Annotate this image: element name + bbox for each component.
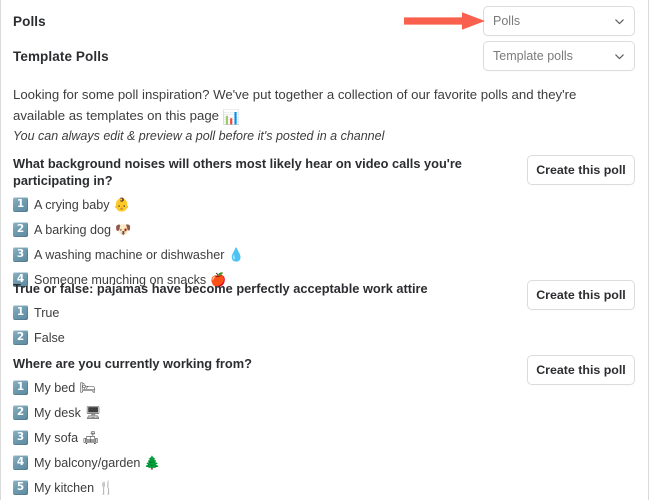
dog-face-emoji: 🐶 bbox=[115, 221, 132, 237]
poll-option-label: My sofa bbox=[34, 430, 79, 445]
baby-emoji: 👶 bbox=[113, 196, 130, 212]
polls-dropdown[interactable]: Polls bbox=[483, 6, 635, 36]
intro-note: You can always edit & preview a poll bef… bbox=[13, 129, 385, 143]
keycap-number-icon: 1 bbox=[13, 305, 28, 320]
poll-option: 5 My kitchen 🍴 bbox=[13, 475, 635, 500]
poll-option: 1 A crying baby 👶 bbox=[13, 192, 635, 217]
poll-option-label: A washing machine or dishwasher bbox=[34, 247, 225, 262]
template-polls-dropdown-value: Template polls bbox=[493, 49, 573, 63]
create-this-poll-button[interactable]: Create this poll bbox=[527, 280, 635, 310]
polls-dropdown-value: Polls bbox=[493, 14, 521, 28]
evergreen-tree-emoji: 🌲 bbox=[144, 454, 161, 470]
keycap-number-icon: 1 bbox=[13, 197, 28, 212]
desktop-computer-emoji: 🖥 bbox=[84, 404, 102, 420]
poll-option-label: My desk bbox=[34, 405, 81, 420]
poll-option-label: False bbox=[34, 330, 65, 345]
droplet-emoji: 💧 bbox=[228, 246, 245, 262]
keycap-number-icon: 2 bbox=[13, 330, 28, 345]
keycap-number-icon: 4 bbox=[13, 455, 28, 470]
poll-option: 2 My desk 🖥 bbox=[13, 400, 635, 425]
template-polls-header-row: Template Polls Template polls bbox=[13, 41, 635, 71]
chevron-down-icon bbox=[614, 51, 625, 62]
polls-section-label: Polls bbox=[13, 13, 46, 29]
intro-paragraph: Looking for some poll inspiration? We've… bbox=[13, 84, 613, 128]
poll-template-2: True or false: pajamas have become perfe… bbox=[13, 280, 635, 350]
poll-option: 2 False bbox=[13, 325, 635, 350]
template-polls-dropdown[interactable]: Template polls bbox=[483, 41, 635, 71]
page-frame: Polls Polls Template Polls Template poll… bbox=[0, 0, 649, 500]
poll-option-label: True bbox=[34, 305, 60, 320]
template-polls-section-label: Template Polls bbox=[13, 48, 109, 64]
bed-emoji: 🛏 bbox=[79, 379, 96, 395]
chevron-down-icon bbox=[614, 16, 625, 27]
poll-option-label: My balcony/garden bbox=[34, 455, 141, 470]
poll-option-label: A crying baby bbox=[34, 197, 110, 212]
create-this-poll-button[interactable]: Create this poll bbox=[527, 155, 635, 185]
create-this-poll-button[interactable]: Create this poll bbox=[527, 355, 635, 385]
couch-and-lamp-emoji: 🛋 bbox=[82, 429, 99, 445]
poll-option: 3 My sofa 🛋 bbox=[13, 425, 635, 450]
poll-option-label: My kitchen bbox=[34, 480, 95, 495]
poll-option: 3 A washing machine or dishwasher 💧 bbox=[13, 242, 635, 267]
bar-chart-emoji: 📊 bbox=[222, 109, 241, 125]
poll-template-1: What background noises will others most … bbox=[13, 155, 635, 292]
polls-settings-content: Polls Polls Template Polls Template poll… bbox=[1, 0, 648, 500]
fork-and-knife-emoji: 🍴 bbox=[98, 479, 115, 495]
poll-option: 2 A barking dog 🐶 bbox=[13, 217, 635, 242]
keycap-number-icon: 3 bbox=[13, 247, 28, 262]
keycap-number-icon: 2 bbox=[13, 405, 28, 420]
polls-header-row: Polls Polls bbox=[13, 6, 635, 36]
keycap-number-icon: 3 bbox=[13, 430, 28, 445]
poll-option-label: My bed bbox=[34, 380, 76, 395]
keycap-number-icon: 1 bbox=[13, 380, 28, 395]
poll-option-label: A barking dog bbox=[34, 222, 112, 237]
keycap-number-icon: 5 bbox=[13, 480, 28, 495]
poll-template-3: Where are you currently working from? 1 My… bbox=[13, 355, 635, 500]
intro-paragraph-text: Looking for some poll inspiration? We've… bbox=[13, 87, 577, 123]
poll-option: 4 My balcony/garden 🌲 bbox=[13, 450, 635, 475]
keycap-number-icon: 2 bbox=[13, 222, 28, 237]
